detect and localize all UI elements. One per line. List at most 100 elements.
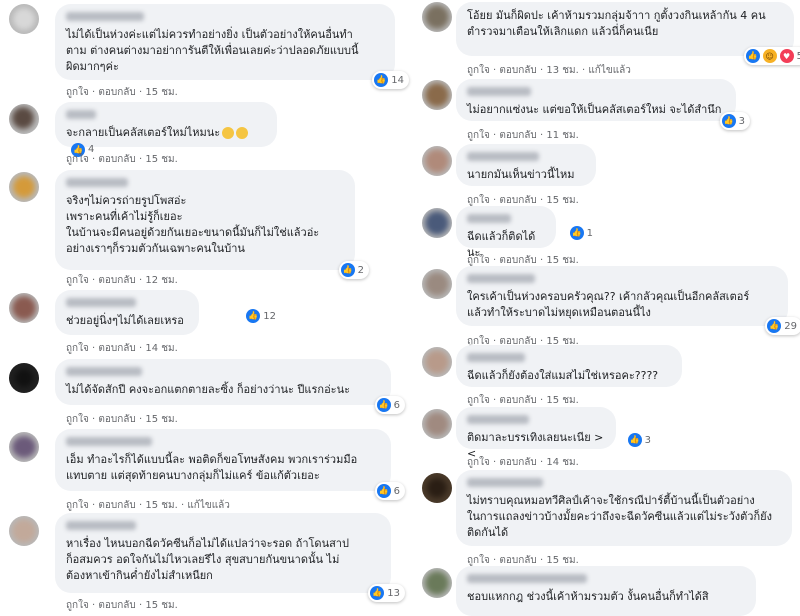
reaction-count[interactable]: 👍 2 (338, 261, 369, 279)
like-link[interactable]: ถูกใจ (467, 555, 490, 566)
like-reaction-icon: 👍 (376, 484, 391, 498)
comment-bubble: ฉีดแล้วก็ยังต้องใส่แมสไม่ใช่เหรอคะ???? (456, 345, 682, 387)
reply-link[interactable]: ตอบกลับ (499, 457, 536, 468)
timestamp[interactable]: 11 ชม. (546, 130, 578, 141)
reaction-count[interactable]: 👍 3 (719, 112, 750, 130)
avatar[interactable] (422, 208, 452, 238)
avatar[interactable] (9, 172, 39, 202)
reaction-count[interactable]: 👍 1 (568, 224, 598, 242)
like-link[interactable]: ถูกใจ (66, 414, 89, 425)
reaction-count[interactable]: 👍 14 (372, 71, 409, 89)
timestamp[interactable]: 15 ชม. (145, 414, 177, 425)
comment-actions: ถูกใจ · ตอบกลับ · 11 ชม. (467, 130, 579, 141)
comment-actions: ถูกใจ · ตอบกลับ · 15 ชม. · แก้ไขแล้ว (66, 500, 230, 511)
comment-actions: ถูกใจ · ตอบกลับ · 15 ชม. (66, 414, 178, 425)
avatar[interactable] (9, 4, 39, 34)
comment-bubble: จะกลายเป็นคลัสเตอร์ใหม่ไหมนะ 👍 4 (55, 102, 277, 157)
comment-bubble: นายกมันเห็นข่าวนี้ไหม (456, 144, 596, 186)
like-link[interactable]: ถูกใจ (66, 275, 89, 286)
edited-label[interactable]: แก้ไขแล้ว (187, 500, 230, 511)
avatar[interactable] (9, 516, 39, 546)
commenter-name-blurred[interactable] (467, 152, 539, 161)
timestamp[interactable]: 14 ชม. (145, 343, 177, 354)
timestamp[interactable]: 15 ชม. (546, 395, 578, 406)
reply-link[interactable]: ตอบกลับ (98, 275, 135, 286)
timestamp[interactable]: 14 ชม. (546, 457, 578, 468)
reply-link[interactable]: ตอบกลับ (98, 87, 135, 98)
reply-link[interactable]: ตอบกลับ (98, 154, 135, 165)
avatar[interactable] (422, 80, 452, 110)
timestamp[interactable]: 13 ชม. (546, 65, 578, 76)
reaction-count[interactable]: 👍 6 (374, 396, 405, 414)
comment-bubble: ไม่อยากแซ่งนะ แต่ขอให้เป็นคลัสเตอร์ใหม่ … (456, 79, 750, 130)
commenter-name-blurred[interactable] (66, 367, 142, 376)
like-link[interactable]: ถูกใจ (467, 65, 490, 76)
avatar[interactable] (422, 146, 452, 176)
timestamp[interactable]: 15 ชม. (145, 500, 177, 511)
reply-link[interactable]: ตอบกลับ (98, 600, 135, 611)
commenter-name-blurred[interactable] (467, 274, 535, 283)
reply-link[interactable]: ตอบกลับ (499, 195, 536, 206)
timestamp[interactable]: 15 ชม. (546, 555, 578, 566)
reaction-count[interactable]: 👍 3 (626, 431, 656, 449)
avatar[interactable] (422, 568, 452, 598)
reaction-count[interactable]: 👍 ☺ ♥ 5 (743, 47, 800, 65)
like-reaction-icon: 👍 (376, 398, 391, 412)
comment-actions: ถูกใจ · ตอบกลับ · 15 ชม. (66, 154, 178, 165)
reply-link[interactable]: ตอบกลับ (499, 130, 536, 141)
timestamp[interactable]: 12 ชม. (145, 275, 177, 286)
reply-link[interactable]: ตอบกลับ (499, 65, 536, 76)
reply-link[interactable]: ตอบกลับ (499, 255, 536, 266)
reaction-count[interactable]: 👍 6 (374, 482, 405, 500)
reaction-count[interactable]: 👍 12 (244, 307, 281, 325)
reply-link[interactable]: ตอบกลับ (98, 500, 135, 511)
reaction-count[interactable]: 👍 29 (765, 317, 800, 335)
timestamp[interactable]: 15 ชม. (145, 87, 177, 98)
like-link[interactable]: ถูกใจ (66, 154, 89, 165)
comment-text: ไม่ได้เป็นห่วงค่ะแต่ไม่ควรทำอย่างยิ่ง เป… (66, 28, 359, 73)
timestamp[interactable]: 15 ชม. (145, 154, 177, 165)
commenter-name-blurred[interactable] (467, 87, 531, 96)
like-link[interactable]: ถูกใจ (66, 500, 89, 511)
commenter-name-blurred[interactable] (467, 214, 511, 223)
avatar[interactable] (422, 473, 452, 503)
avatar[interactable] (9, 104, 39, 134)
reply-link[interactable]: ตอบกลับ (499, 395, 536, 406)
timestamp[interactable]: 15 ชม. (546, 195, 578, 206)
commenter-name-blurred[interactable] (66, 110, 96, 119)
like-link[interactable]: ถูกใจ (66, 87, 89, 98)
like-link[interactable]: ถูกใจ (467, 195, 490, 206)
commenter-name-blurred[interactable] (467, 478, 543, 487)
comment-bubble: ติดมาละบรรเทิงเลยนะเนีย > < 👍 3 (456, 407, 651, 460)
edited-label[interactable]: แก้ไขแล้ว (588, 65, 631, 76)
reaction-count[interactable]: 👍 13 (368, 584, 405, 602)
timestamp[interactable]: 15 ชม. (145, 600, 177, 611)
commenter-name-blurred[interactable] (467, 574, 587, 583)
commenter-name-blurred[interactable] (66, 12, 144, 21)
commenter-name-blurred[interactable] (467, 415, 529, 424)
reply-link[interactable]: ตอบกลับ (499, 555, 536, 566)
avatar[interactable] (422, 409, 452, 439)
like-link[interactable]: ถูกใจ (66, 600, 89, 611)
like-link[interactable]: ถูกใจ (467, 395, 490, 406)
comment-actions: ถูกใจ · ตอบกลับ · 15 ชม. (66, 87, 178, 98)
avatar[interactable] (9, 363, 39, 393)
reply-link[interactable]: ตอบกลับ (98, 414, 135, 425)
commenter-name-blurred[interactable] (66, 298, 136, 307)
avatar[interactable] (9, 293, 39, 323)
reply-link[interactable]: ตอบกลับ (98, 343, 135, 354)
like-link[interactable]: ถูกใจ (467, 255, 490, 266)
avatar[interactable] (422, 269, 452, 299)
like-link[interactable]: ถูกใจ (467, 457, 490, 468)
like-link[interactable]: ถูกใจ (66, 343, 89, 354)
like-link[interactable]: ถูกใจ (467, 130, 490, 141)
commenter-name-blurred[interactable] (66, 521, 136, 530)
commenter-name-blurred[interactable] (66, 178, 128, 187)
commenter-name-blurred[interactable] (467, 353, 525, 362)
like-reaction-icon: 👍 (246, 309, 261, 323)
avatar[interactable] (422, 347, 452, 377)
commenter-name-blurred[interactable] (66, 437, 152, 446)
avatar[interactable] (9, 432, 39, 462)
avatar[interactable] (422, 2, 452, 32)
timestamp[interactable]: 15 ชม. (546, 255, 578, 266)
